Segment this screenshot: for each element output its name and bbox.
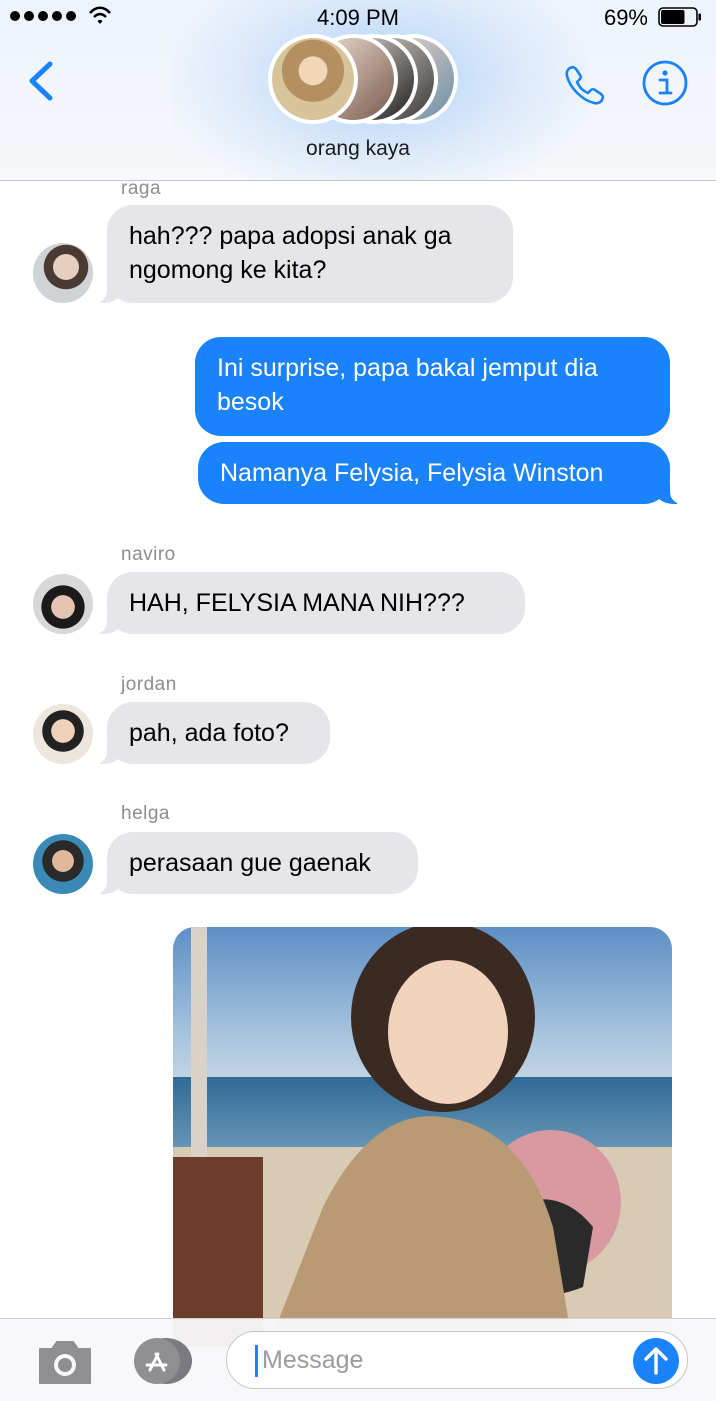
- avatar-jordan[interactable]: [33, 704, 93, 764]
- info-icon[interactable]: [640, 58, 690, 108]
- photo-attachment[interactable]: [173, 927, 672, 1347]
- group-name[interactable]: orang kaya: [0, 137, 716, 161]
- sender-name: naviro: [121, 544, 176, 565]
- group-avatars[interactable]: [268, 34, 458, 124]
- status-bar: 4:09 PM 69%: [0, 0, 716, 36]
- avatar-helga[interactable]: [33, 834, 93, 894]
- sender-name: helga: [121, 803, 170, 824]
- text-caret: [255, 1345, 258, 1377]
- phone-icon[interactable]: [560, 60, 610, 110]
- avatar-naviro[interactable]: [33, 574, 93, 634]
- battery-percentage: 69%: [603, 5, 648, 30]
- send-arrow-icon: [644, 1347, 668, 1375]
- message-bubble-outgoing[interactable]: Namanya Felysia, Felysia Winston: [198, 442, 682, 504]
- message-input-placeholder: Message: [262, 1346, 364, 1374]
- message-bubble-incoming[interactable]: HAH, FELYSIA MANA NIH???: [95, 572, 525, 634]
- avatar-raga[interactable]: [33, 243, 93, 303]
- chevron-left-icon[interactable]: [22, 58, 62, 104]
- sender-name: raga: [121, 178, 162, 199]
- message-bubble-outgoing[interactable]: Ini surprise, papa bakal jemput dia beso…: [195, 337, 670, 436]
- message-input[interactable]: Message: [226, 1331, 688, 1389]
- send-button[interactable]: [633, 1338, 679, 1384]
- battery-icon: [658, 7, 701, 27]
- group-avatar-1: [268, 34, 358, 124]
- message-bubble-incoming[interactable]: pah, ada foto?: [95, 702, 330, 764]
- message-bubble-incoming[interactable]: hah??? papa adopsi anak ga ngomong ke ki…: [95, 205, 513, 303]
- photo-image: [173, 927, 672, 1347]
- app-store-icon[interactable]: [128, 1337, 194, 1385]
- message-bubble-incoming[interactable]: perasaan gue gaenak: [95, 832, 418, 894]
- sender-name: jordan: [121, 674, 177, 695]
- message-input-bar: Message: [0, 1318, 716, 1401]
- camera-icon[interactable]: [36, 1335, 94, 1387]
